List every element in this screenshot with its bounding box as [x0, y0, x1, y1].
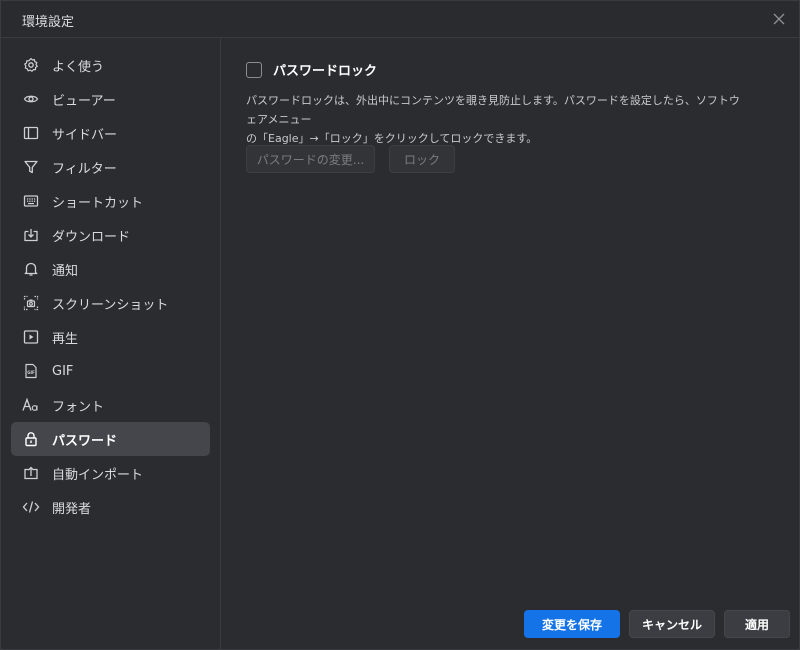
sidebar-item-download[interactable]: ダウンロード [11, 218, 210, 252]
password-lock-label[interactable]: パスワードロック [273, 60, 377, 79]
sidebar-item-filter[interactable]: フィルター [11, 150, 210, 184]
sidebar-icon [22, 124, 40, 142]
gear-icon [22, 56, 40, 74]
sidebar-item-developer[interactable]: 開発者 [11, 490, 210, 524]
import-icon [22, 464, 40, 482]
sidebar-item-label: ショートカット [52, 195, 144, 211]
password-description: パスワードロックは、外出中にコンテンツを覗き見防止します。パスワードを設定したら… [246, 91, 746, 148]
sidebar-item-font[interactable]: フォント [11, 388, 210, 422]
save-changes-button[interactable]: 変更を保存 [524, 610, 620, 638]
screenshot-icon [22, 294, 40, 312]
titlebar: 環境設定 [1, 1, 799, 38]
play-icon [22, 328, 40, 346]
close-button[interactable] [769, 9, 789, 29]
sidebar-item-label: 開発者 [52, 501, 92, 517]
bell-icon [22, 260, 40, 278]
sidebar-item-notifications[interactable]: 通知 [11, 252, 210, 286]
cancel-button[interactable]: キャンセル [629, 610, 715, 638]
sidebar-item-label: パスワード [52, 433, 118, 449]
sidebar-item-frequently-used[interactable]: よく使う [11, 48, 210, 82]
password-lock-row: パスワードロック [246, 60, 377, 79]
gif-icon: GIF [22, 362, 40, 380]
sidebar-item-auto-import[interactable]: 自動インポート [11, 456, 210, 490]
sidebar-item-label: 再生 [52, 331, 79, 347]
apply-button[interactable]: 適用 [724, 610, 790, 638]
window-title: 環境設定 [22, 15, 75, 30]
change-password-button[interactable]: パスワードの変更... [246, 145, 375, 173]
keyboard-icon [22, 192, 40, 210]
preferences-window: 環境設定 よく使う ビューアー サイドバー フィルター ショートカット ダウンロ… [0, 0, 800, 650]
sidebar-item-playback[interactable]: 再生 [11, 320, 210, 354]
sidebar-item-label: ダウンロード [52, 229, 131, 245]
sidebar: よく使う ビューアー サイドバー フィルター ショートカット ダウンロード 通知… [1, 38, 221, 649]
font-icon [22, 396, 40, 414]
sidebar-item-label: ビューアー [52, 93, 116, 109]
sidebar-item-gif[interactable]: GIF GIF [11, 354, 210, 388]
password-settings-panel: パスワードロック パスワードロックは、外出中にコンテンツを覗き見防止します。パス… [222, 38, 799, 649]
sidebar-item-label: 通知 [52, 263, 79, 279]
lock-button[interactable]: ロック [389, 145, 455, 173]
password-lock-checkbox[interactable] [246, 61, 262, 78]
sidebar-item-password[interactable]: パスワード [11, 422, 210, 456]
sidebar-item-screenshot[interactable]: スクリーンショット [11, 286, 210, 320]
sidebar-item-label: GIF [52, 363, 74, 379]
sidebar-item-viewer[interactable]: ビューアー [11, 82, 210, 116]
sidebar-item-label: 自動インポート [52, 467, 144, 483]
lock-icon [22, 430, 40, 448]
svg-text:GIF: GIF [27, 370, 35, 375]
eye-icon [22, 90, 40, 108]
description-line-1: パスワードロックは、外出中にコンテンツを覗き見防止します。パスワードを設定したら… [246, 94, 740, 126]
sidebar-item-label: スクリーンショット [52, 297, 169, 313]
sidebar-item-sidebar[interactable]: サイドバー [11, 116, 210, 150]
sidebar-item-label: サイドバー [52, 127, 118, 143]
sidebar-item-label: フォント [52, 399, 105, 415]
sidebar-item-label: よく使う [52, 59, 105, 75]
filter-icon [22, 158, 40, 176]
download-icon [22, 226, 40, 244]
close-icon [773, 13, 785, 25]
sidebar-item-label: フィルター [52, 161, 117, 177]
sidebar-item-shortcuts[interactable]: ショートカット [11, 184, 210, 218]
code-icon [22, 498, 40, 516]
